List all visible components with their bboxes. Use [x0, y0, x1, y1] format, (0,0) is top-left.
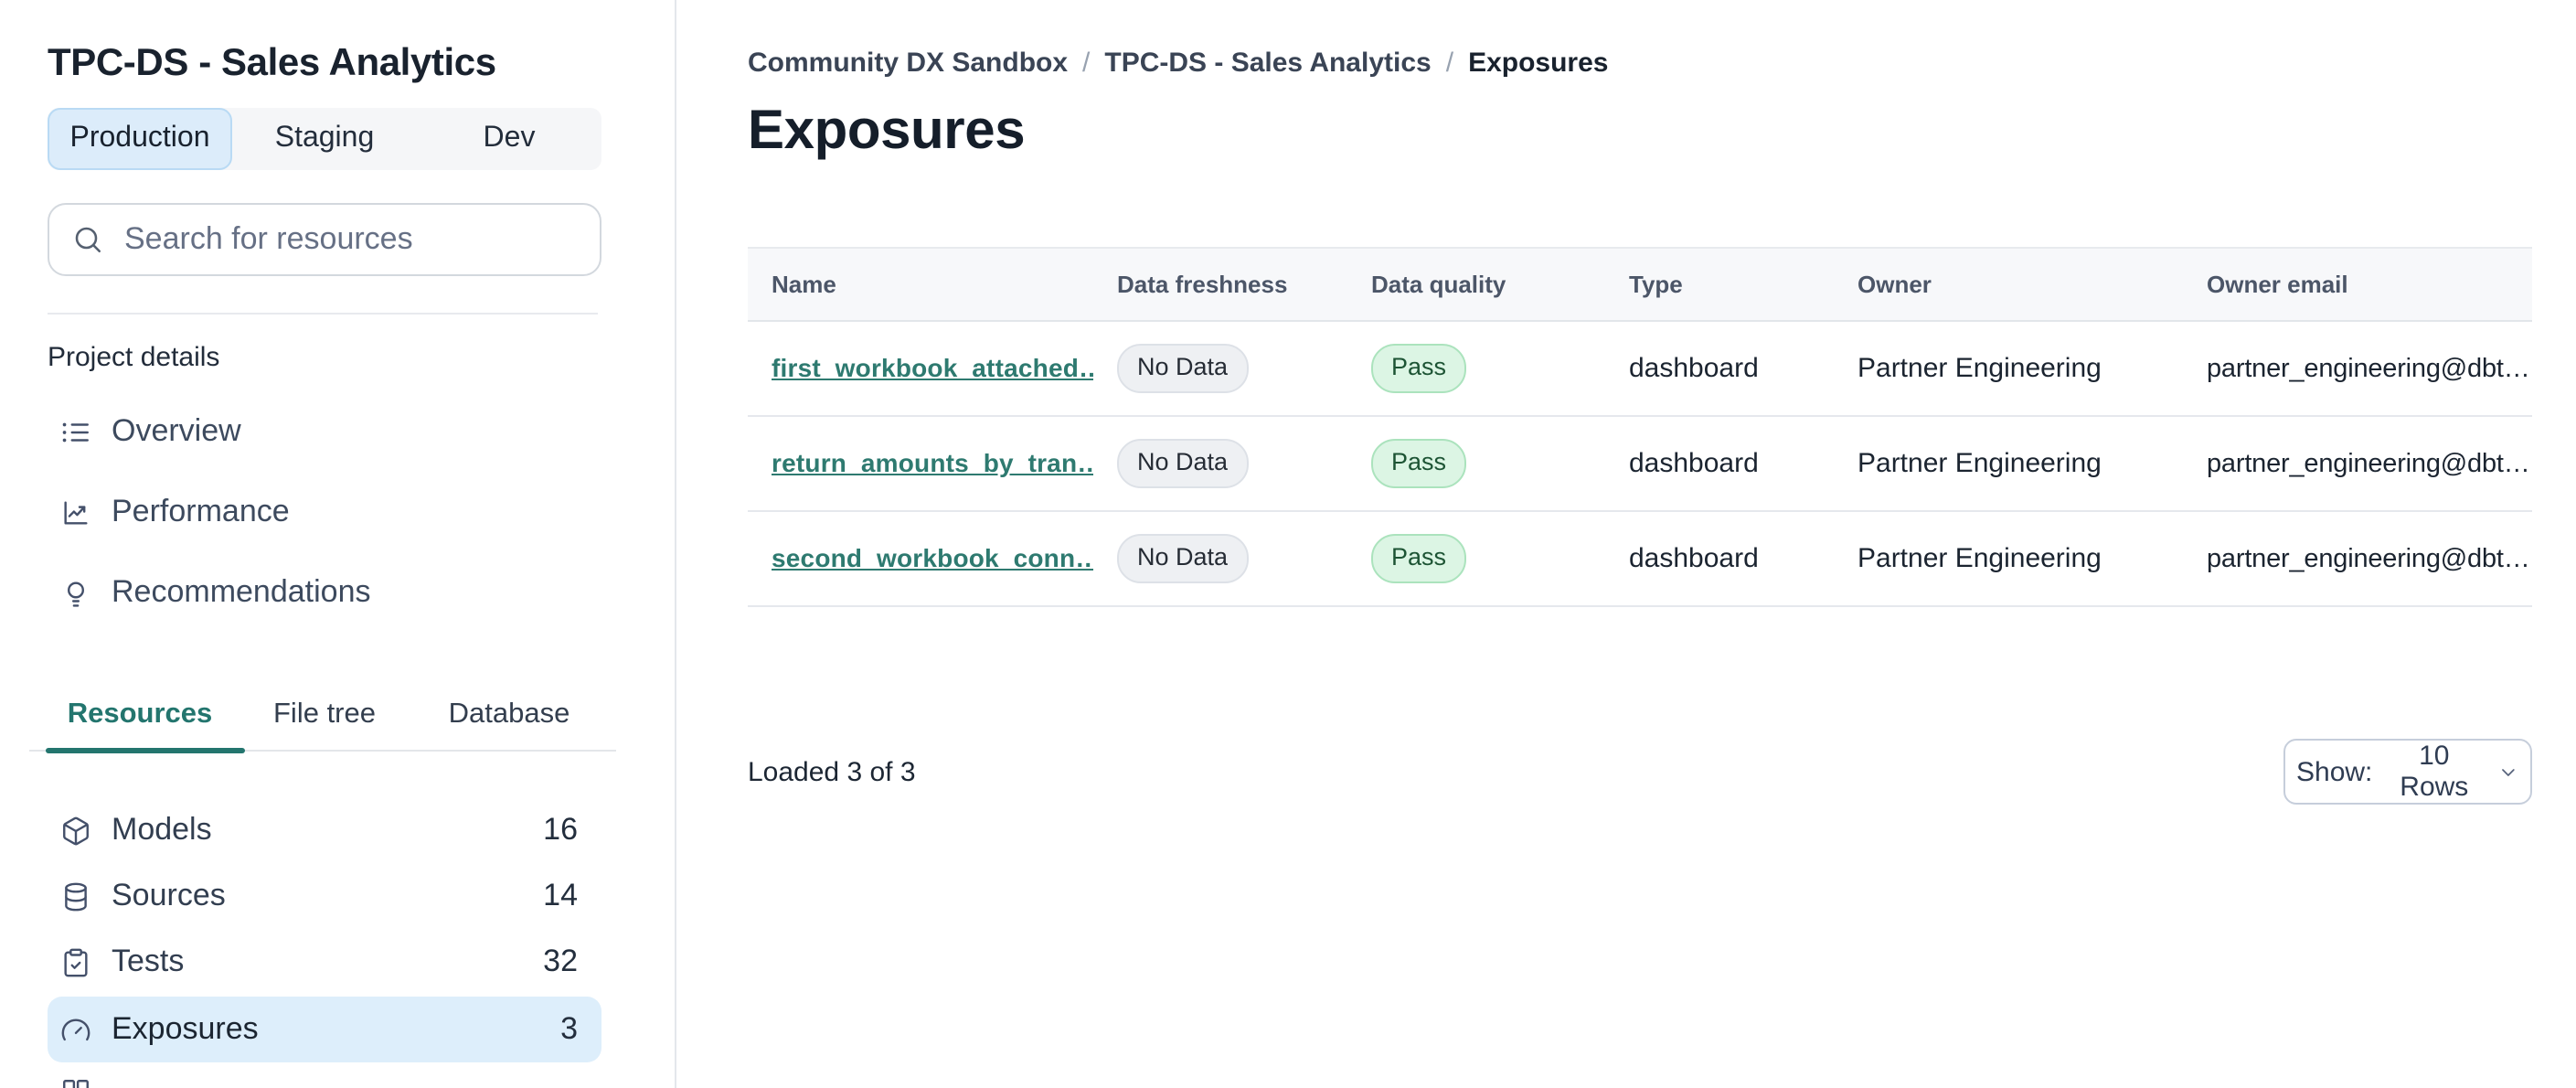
line-chart-icon — [64, 500, 88, 524]
sidebar-item-recommendations[interactable]: Recommendations — [48, 569, 601, 616]
tab-file-tree[interactable]: File tree — [232, 684, 417, 744]
sidebar-item-label: Recommendations — [112, 574, 371, 609]
resource-label: Models — [112, 812, 212, 847]
sidebar-divider — [48, 313, 598, 315]
column-header-owner-email[interactable]: Owner email — [2183, 271, 2532, 298]
rows-per-page-dropdown[interactable]: Show: 10 Rows — [2283, 739, 2532, 805]
exposure-name-link[interactable]: return_amounts_by_tran… — [772, 448, 1093, 477]
exposure-name-link[interactable]: first_workbook_attached… — [772, 353, 1093, 382]
resource-count: 14 — [543, 878, 578, 912]
resource-count: 16 — [543, 812, 578, 847]
resource-label: Exposures — [112, 1011, 259, 1046]
sidebar-item-label: Overview — [112, 413, 241, 448]
quality-badge: Pass — [1371, 344, 1467, 393]
sidebar-item-models[interactable]: Models 16 — [48, 797, 601, 863]
breadcrumb-separator: / — [1445, 48, 1454, 79]
active-tab-indicator — [46, 748, 245, 753]
tab-dev[interactable]: Dev — [417, 108, 601, 170]
grid-icon[interactable] — [60, 1077, 91, 1088]
database-icon — [65, 881, 87, 911]
table-row: first_workbook_attached… No Data Pass da… — [748, 322, 2532, 417]
sidebar-item-sources[interactable]: Sources 14 — [48, 863, 601, 929]
search-box[interactable] — [48, 203, 601, 276]
tab-resources[interactable]: Resources — [48, 684, 232, 744]
lightbulb-icon — [68, 581, 84, 606]
column-header-data-freshness[interactable]: Data freshness — [1093, 271, 1347, 298]
column-header-name[interactable]: Name — [748, 271, 1093, 298]
type-cell: dashboard — [1629, 448, 1759, 479]
sidebar-item-exposures[interactable]: Exposures 3 — [48, 997, 601, 1062]
project-title: TPC-DS - Sales Analytics — [48, 42, 496, 84]
search-icon — [75, 227, 101, 253]
loaded-status: Loaded 3 of 3 — [748, 757, 916, 788]
cube-icon — [63, 816, 89, 845]
freshness-badge: No Data — [1117, 344, 1249, 393]
exposures-table: Name Data freshness Data quality Type Ow… — [748, 247, 2532, 607]
show-label: Show: — [2296, 756, 2373, 787]
breadcrumb-separator: / — [1082, 48, 1091, 79]
sidebar-item-overview[interactable]: Overview — [48, 408, 601, 455]
resource-count: 32 — [543, 944, 578, 978]
table-header-row: Name Data freshness Data quality Type Ow… — [748, 247, 2532, 322]
table-row: return_amounts_by_tran… No Data Pass das… — [748, 417, 2532, 512]
column-header-owner[interactable]: Owner — [1834, 271, 2183, 298]
owner-email-cell: partner_engineering@dbt… — [2207, 544, 2530, 573]
list-icon — [62, 421, 89, 442]
owner-email-cell: partner_engineering@dbt… — [2207, 354, 2530, 383]
breadcrumb-current: Exposures — [1468, 48, 1609, 79]
sidebar-item-performance[interactable]: Performance — [48, 488, 601, 536]
tab-staging[interactable]: Staging — [232, 108, 417, 170]
breadcrumb: Community DX Sandbox / TPC-DS - Sales An… — [748, 48, 1608, 79]
breadcrumb-account[interactable]: Community DX Sandbox — [748, 48, 1068, 79]
page-title: Exposures — [748, 101, 1026, 161]
tab-database[interactable]: Database — [417, 684, 601, 744]
show-value: 10 Rows — [2400, 741, 2469, 803]
owner-cell: Partner Engineering — [1857, 543, 2102, 574]
table-row: second_workbook_conn… No Data Pass dashb… — [748, 512, 2532, 607]
sidebar-view-tabs: Resources File tree Database — [29, 684, 616, 753]
search-input[interactable] — [121, 219, 548, 260]
quality-badge: Pass — [1371, 534, 1467, 583]
column-header-data-quality[interactable]: Data quality — [1347, 271, 1605, 298]
exposure-name-link[interactable]: second_workbook_conn… — [772, 543, 1093, 572]
resource-label: Sources — [112, 878, 226, 912]
owner-cell: Partner Engineering — [1857, 448, 2102, 479]
owner-cell: Partner Engineering — [1857, 353, 2102, 384]
quality-badge: Pass — [1371, 439, 1467, 488]
freshness-badge: No Data — [1117, 439, 1249, 488]
sidebar-item-label: Performance — [112, 494, 290, 528]
owner-email-cell: partner_engineering@dbt… — [2207, 449, 2530, 478]
freshness-badge: No Data — [1117, 534, 1249, 583]
environment-tabs: Production Staging Dev — [48, 108, 601, 170]
resource-label: Tests — [112, 944, 185, 978]
clipboard-check-icon — [64, 947, 88, 976]
tab-production[interactable]: Production — [48, 108, 232, 170]
gauge-icon — [61, 1018, 90, 1040]
project-details-label: Project details — [48, 342, 220, 373]
sidebar-main-divider — [675, 0, 676, 1088]
type-cell: dashboard — [1629, 353, 1759, 384]
sidebar-item-tests[interactable]: Tests 32 — [48, 929, 601, 995]
type-cell: dashboard — [1629, 543, 1759, 574]
column-header-type[interactable]: Type — [1605, 271, 1834, 298]
resource-count: 3 — [560, 1011, 578, 1046]
breadcrumb-project[interactable]: TPC-DS - Sales Analytics — [1104, 48, 1431, 79]
app-window: TPC-DS - Sales Analytics Production Stag… — [0, 0, 2576, 1088]
chevron-down-icon — [2502, 768, 2515, 775]
